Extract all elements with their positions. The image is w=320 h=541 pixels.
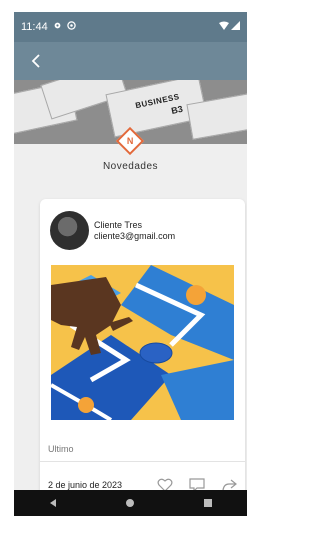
user-info: Cliente Tres cliente3@gmail.com <box>94 220 175 242</box>
status-bar: 11:44 <box>14 12 247 42</box>
nav-back-button[interactable] <box>39 493 67 513</box>
home-circle-icon <box>126 499 135 507</box>
user-email: cliente3@gmail.com <box>94 230 176 241</box>
status-right <box>219 21 240 33</box>
post-caption: Ultimo <box>48 444 74 454</box>
status-time: 11:44 <box>21 21 48 33</box>
chevron-left-icon <box>31 54 40 68</box>
post-header: Cliente Tres cliente3@gmail.com <box>50 211 175 250</box>
back-triangle-icon <box>49 499 56 507</box>
phone-screen: 11:44 BUSINESS B3 N Novedades Cliente Tr… <box>14 12 247 516</box>
post-card: Cliente Tres cliente3@gmail.com Ultimo 2… <box>40 199 245 498</box>
post-image[interactable] <box>51 265 234 420</box>
status-left: 11:44 <box>21 21 76 33</box>
back-button[interactable] <box>24 49 48 73</box>
settings-icon <box>53 21 62 33</box>
section-title: Novedades <box>102 161 159 172</box>
recents-square-icon <box>204 499 213 507</box>
avatar[interactable] <box>50 211 89 250</box>
banner-text-b3: B3 <box>170 103 184 116</box>
nav-home-button[interactable] <box>116 493 144 513</box>
wifi-icon <box>219 21 229 33</box>
circle-icon <box>66 21 76 33</box>
post-date: 2 de junio de 2023 <box>48 480 123 490</box>
user-name[interactable]: Cliente Tres <box>94 220 175 231</box>
app-bar <box>14 42 247 80</box>
nav-recents-button[interactable] <box>194 493 222 513</box>
novedades-logo-icon: N <box>115 126 145 156</box>
divider <box>40 461 245 462</box>
system-nav-bar <box>14 490 247 516</box>
signal-icon <box>231 21 240 33</box>
